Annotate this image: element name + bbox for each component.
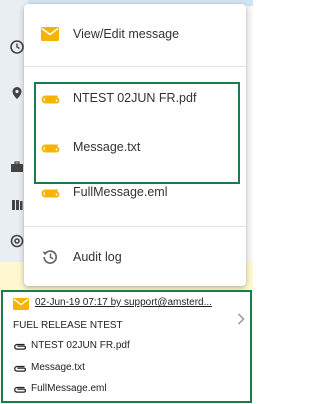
paperclip-icon [14,365,26,372]
attachment-item-pdf[interactable]: NTEST 02JUN FR.pdf [24,82,246,114]
chevron-right-icon[interactable] [236,312,246,326]
at-sign-icon[interactable] [10,234,24,248]
message-attachment[interactable]: NTEST 02JUN FR.pdf [13,340,130,351]
attachment-name: FullMessage.eml [31,383,107,394]
message-header-link[interactable]: 02-Jun-19 07:17 by support@amsterd... [35,297,212,308]
menu-divider [24,226,246,227]
view-edit-message-item[interactable]: View/Edit message [24,18,246,50]
attachment-item-eml[interactable]: FullMessage.eml [24,176,246,208]
audit-log-item[interactable]: Audit log [24,241,246,273]
books-icon[interactable] [10,198,24,212]
map-pin-icon[interactable] [10,86,24,100]
envelope-icon [40,24,60,44]
attachment-label: Message.txt [73,140,141,154]
paperclip-icon [14,343,26,350]
view-edit-message-label: View/Edit message [73,27,180,41]
attachment-name: Message.txt [31,362,85,373]
attachment-label: NTEST 02JUN FR.pdf [73,91,197,105]
attachment-name: NTEST 02JUN FR.pdf [31,340,130,351]
context-menu: View/Edit message NTEST 02JUN FR.pdf Mes… [24,4,246,286]
screen: View/Edit message NTEST 02JUN FR.pdf Mes… [0,0,253,404]
audit-log-label: Audit log [73,250,122,264]
history-icon [40,247,60,267]
attachment-label: FullMessage.eml [73,185,168,199]
paperclip-icon [40,137,60,157]
message-panel[interactable]: 02-Jun-19 07:17 by support@amsterd... FU… [1,290,252,403]
clock-icon[interactable] [10,40,24,54]
briefcase-icon[interactable] [10,160,24,174]
attachment-item-txt[interactable]: Message.txt [24,131,246,163]
menu-divider [24,66,246,67]
paperclip-icon [40,88,60,108]
envelope-icon [13,298,29,310]
paperclip-icon [14,386,26,393]
message-subject: FUEL RELEASE NTEST [13,320,123,331]
message-attachment[interactable]: FullMessage.eml [13,383,107,394]
message-attachment[interactable]: Message.txt [13,362,85,373]
paperclip-icon [40,182,60,202]
